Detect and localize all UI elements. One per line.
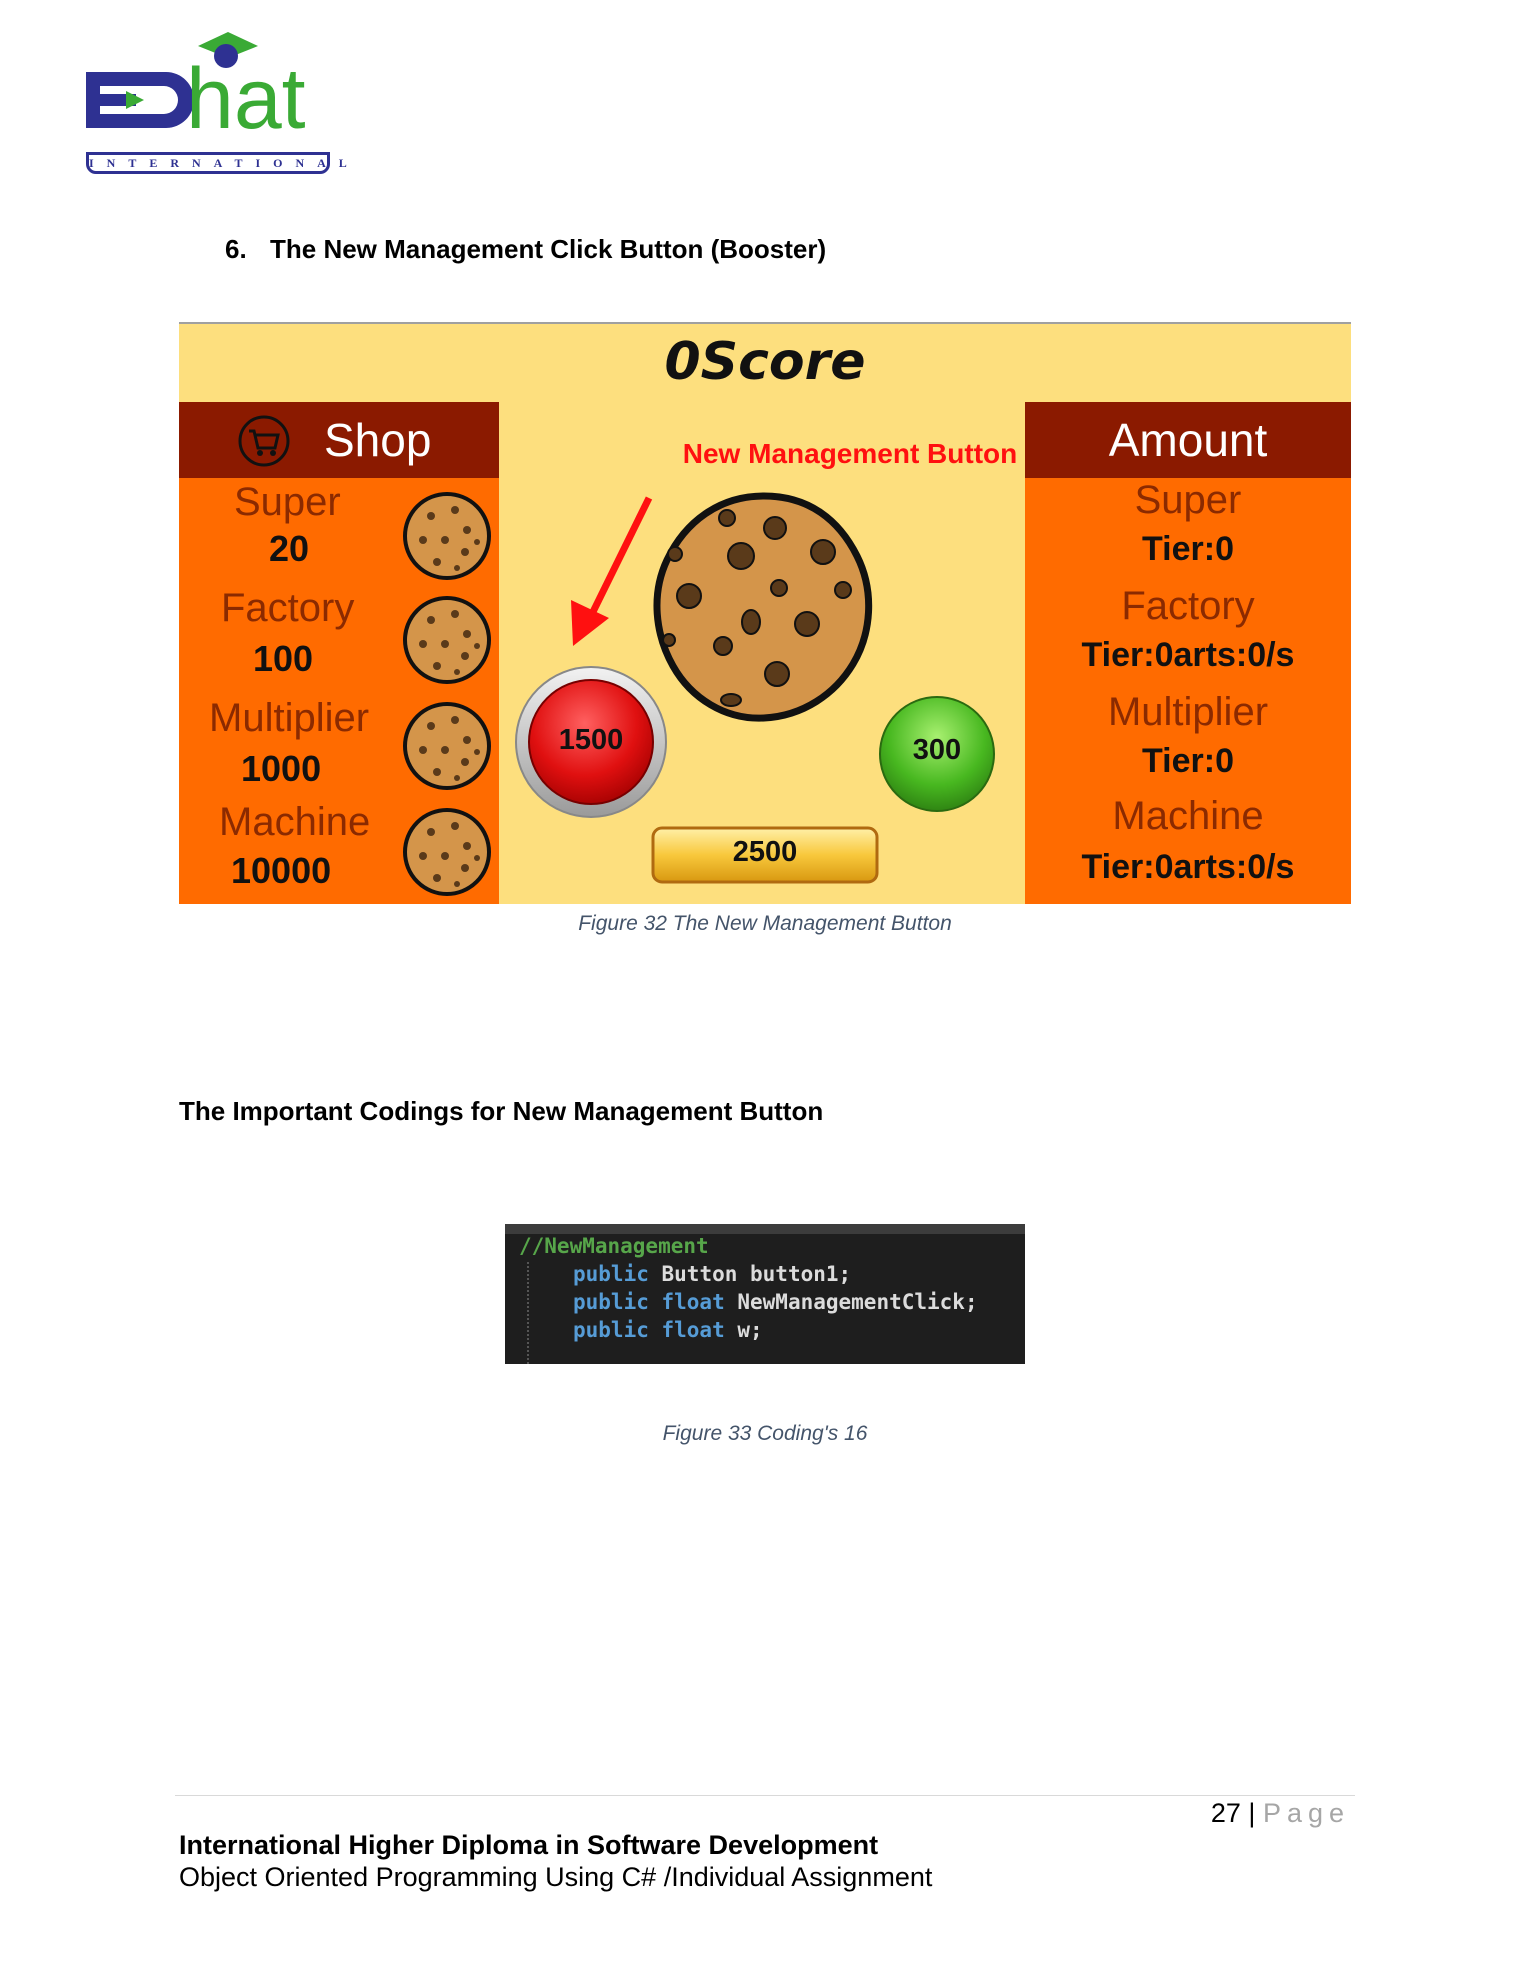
amount-super-name: Super [1134, 478, 1242, 522]
shop-item-multiplier-price: 1000 [241, 748, 322, 789]
score-label: 0Score [664, 332, 866, 392]
buy-multiplier-cookie-button[interactable] [401, 700, 493, 792]
shop-item-super-price: 20 [269, 528, 310, 569]
section-number: 6. [225, 234, 247, 264]
edhat-logo: hat INTERNATIONAL [86, 28, 347, 180]
shop-title: Shop [324, 414, 432, 466]
section-heading: The New Management Click Button (Booster… [270, 234, 827, 264]
shop-item-multiplier-name: Multiplier [209, 696, 370, 740]
shop-header: Shop [179, 402, 499, 478]
main-cookie-button[interactable] [639, 484, 889, 734]
page-number: 27 | Page [1150, 1798, 1350, 1829]
green-booster-button-label: 300 [912, 734, 962, 766]
gold-booster-button-label: 2500 [732, 836, 798, 868]
code-line-3-text: w; [737, 1318, 763, 1342]
amount-machine-value: Tier:0arts:0/s [1081, 848, 1295, 886]
figure-32-caption: Figure 32 The New Management Button [578, 912, 952, 935]
annotation-label: New Management Button [682, 438, 1018, 469]
amount-machine-name: Machine [1112, 794, 1264, 838]
code-line-1-text: Button button1; [661, 1262, 852, 1286]
page-number-separator: | [1240, 1798, 1263, 1828]
amount-factory-name: Factory [1121, 584, 1255, 628]
amount-multiplier-name: Multiplier [1107, 690, 1269, 734]
code-comment: //NewManagement [519, 1234, 709, 1258]
amount-factory-value: Tier:0arts:0/s [1081, 636, 1295, 674]
shop-item-machine-name: Machine [219, 800, 371, 844]
amount-multiplier-value: Tier:0 [1142, 742, 1234, 780]
shop-item-factory-name: Factory [221, 586, 355, 630]
new-management-button-label: 1500 [558, 724, 624, 756]
indent-guide [527, 1262, 529, 1364]
page-word: Page [1262, 1798, 1350, 1828]
footer-course: Object Oriented Programming Using C# /In… [179, 1862, 933, 1892]
code-line-2: public float NewManagementClick; [573, 1290, 978, 1314]
edhat-logo-mark: hat [86, 32, 306, 147]
footer-diploma: International Higher Diploma in Software… [179, 1830, 879, 1860]
shop-panel: Shop Super 20 Factory 100 Multiplier 100… [179, 402, 499, 904]
code-line-3-keyword: public float [573, 1318, 725, 1342]
logo-subtext: INTERNATIONAL [86, 152, 347, 174]
code-line-3: public float w; [573, 1318, 763, 1342]
buy-machine-cookie-button[interactable] [401, 806, 493, 898]
amount-panel: Amount Super Tier:0 Factory Tier:0arts:0… [1025, 402, 1351, 904]
shop-item-super-name: Super [234, 480, 341, 524]
shop-item-machine-price: 10000 [231, 850, 332, 891]
svg-text:hat: hat [186, 51, 306, 147]
buy-super-cookie-button[interactable] [401, 490, 493, 582]
game-screenshot: 0Score Shop Super 20 Factory 100 Multipl… [179, 322, 1351, 904]
coding-subheading: The Important Codings for New Management… [179, 1096, 824, 1126]
buy-factory-cookie-button[interactable] [401, 594, 493, 686]
amount-super-value: Tier:0 [1142, 530, 1234, 568]
code-screenshot: //NewManagement public Button button1; p… [505, 1224, 1025, 1364]
shop-item-factory-price: 100 [253, 638, 314, 679]
amount-title: Amount [1108, 414, 1268, 466]
footer-divider [175, 1795, 1355, 1796]
code-line-1: public Button button1; [573, 1262, 851, 1286]
page-number-value: 27 [1210, 1798, 1241, 1828]
code-line-2-text: NewManagementClick; [737, 1290, 978, 1314]
code-line-1-keyword: public [573, 1262, 649, 1286]
shopping-cart-icon [238, 415, 290, 467]
code-line-2-keyword: public float [573, 1290, 725, 1314]
figure-33-caption: Figure 33 Coding's 16 [662, 1422, 868, 1445]
